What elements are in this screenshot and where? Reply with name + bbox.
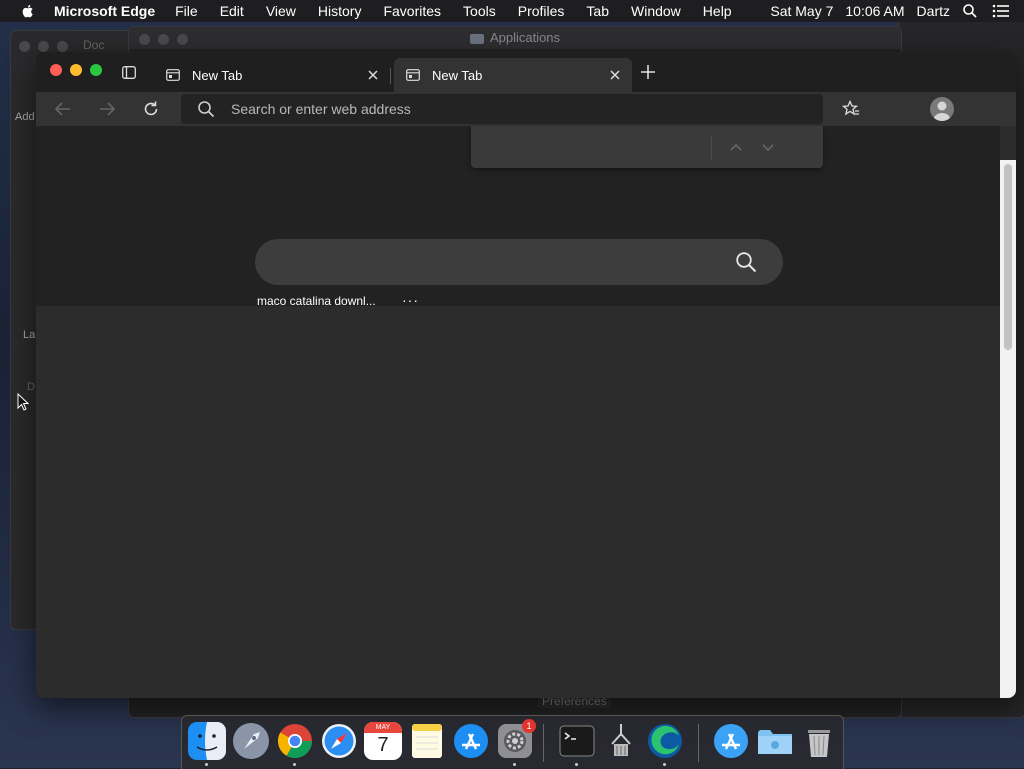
search-icon[interactable] [735, 251, 757, 273]
running-indicator [205, 763, 208, 766]
window-controls [139, 32, 196, 50]
web-search-box[interactable] [255, 239, 783, 285]
app-store-downloads-icon[interactable] [712, 722, 750, 760]
folder-icon [469, 33, 484, 44]
page-scrollbar[interactable] [1000, 160, 1016, 698]
tab-new-tab-2-active[interactable]: New Tab [394, 58, 632, 92]
forward-arrow-icon[interactable] [98, 100, 116, 118]
menu-bar: Microsoft Edge File Edit View History Fa… [0, 0, 1024, 22]
window-title: Applications [489, 30, 561, 45]
quick-link-more-button[interactable]: ··· [402, 292, 419, 308]
tab-new-tab-1[interactable]: New Tab [154, 58, 390, 92]
menu-user[interactable]: Dartz [917, 3, 950, 19]
new-tab-page-icon [166, 69, 180, 81]
cleaner-icon[interactable] [602, 722, 640, 760]
tab-label: New Tab [432, 67, 483, 83]
person-icon [934, 101, 950, 121]
running-indicator [575, 763, 578, 766]
menu-window[interactable]: Window [631, 3, 681, 19]
menu-tools[interactable]: Tools [463, 3, 496, 19]
new-tab-plus-icon[interactable] [641, 65, 655, 79]
running-indicator [663, 763, 666, 766]
browser-toolbar [36, 92, 1016, 126]
spotlight-search-icon[interactable] [962, 3, 978, 19]
tab-label: New Tab [192, 67, 243, 83]
notification-badge: 1 [522, 719, 536, 733]
dock-divider [543, 724, 544, 762]
chrome-icon[interactable] [276, 722, 314, 760]
edge-icon[interactable] [646, 722, 684, 760]
menu-profiles[interactable]: Profiles [518, 3, 565, 19]
menu-view[interactable]: View [266, 3, 296, 19]
close-tab-icon[interactable] [366, 68, 380, 82]
dock-divider [698, 724, 699, 762]
profile-avatar[interactable] [930, 97, 954, 121]
app-store-icon[interactable] [452, 722, 490, 760]
running-indicator [513, 763, 516, 766]
menu-time[interactable]: 10:06 AM [845, 3, 904, 19]
web-search-input[interactable] [275, 251, 719, 275]
favorites-star-icon[interactable] [842, 100, 860, 118]
window-title: Doc [83, 38, 105, 52]
menu-app-name[interactable]: Microsoft Edge [54, 3, 155, 19]
calendar-month: MAY [364, 722, 402, 733]
tab-strip: New Tab New Tab [36, 52, 1016, 92]
sidebar-fragment: Add [15, 111, 35, 123]
zoom-window-button[interactable] [90, 64, 102, 76]
running-indicator [293, 763, 296, 766]
menu-history[interactable]: History [318, 3, 362, 19]
reload-icon[interactable] [142, 100, 160, 118]
calendar-icon[interactable]: MAY 7 [364, 722, 402, 760]
notification-center-icon[interactable] [992, 4, 1010, 18]
mouse-cursor-icon [17, 393, 29, 411]
menu-edit[interactable]: Edit [220, 3, 244, 19]
menu-tab[interactable]: Tab [586, 3, 609, 19]
sidebar-fragment: La [23, 329, 36, 341]
scrollbar-thumb[interactable] [1004, 164, 1012, 350]
terminal-icon[interactable] [558, 722, 596, 760]
notes-icon[interactable] [408, 722, 446, 760]
menu-bar-status: Sat May 7 10:06 AM Dartz [770, 0, 1024, 22]
new-tab-page-icon [406, 69, 420, 81]
back-arrow-icon[interactable] [54, 100, 72, 118]
menu-date[interactable]: Sat May 7 [770, 3, 833, 19]
apple-menu-icon[interactable] [20, 3, 36, 19]
close-tab-icon[interactable] [608, 68, 622, 82]
calendar-day: 7 [377, 734, 389, 756]
dock: MAY 7 1 [181, 715, 844, 769]
folder-icon[interactable] [756, 722, 794, 760]
launchpad-icon[interactable] [232, 722, 270, 760]
address-input[interactable] [229, 100, 793, 118]
tab-actions-menu-icon[interactable] [122, 66, 136, 79]
safari-icon[interactable] [320, 722, 358, 760]
window-titlebar: Applications [129, 27, 901, 49]
tab-divider [390, 68, 391, 84]
close-window-button[interactable] [50, 64, 62, 76]
chevron-down-icon[interactable] [761, 140, 775, 154]
find-bar-divider [711, 136, 712, 160]
address-bar[interactable] [181, 94, 823, 124]
finder-icon[interactable] [188, 722, 226, 760]
search-icon [198, 101, 215, 118]
new-tab-page: maco catalina downl... ··· [36, 126, 1016, 698]
new-tab-header-area: maco catalina downl... ··· [36, 126, 1000, 308]
menu-file[interactable]: File [175, 3, 198, 19]
menu-help[interactable]: Help [703, 3, 732, 19]
quick-link-search-history[interactable]: maco catalina downl... [257, 294, 376, 308]
find-bar-dropdown[interactable] [471, 126, 823, 168]
edge-browser-window: New Tab New Tab Search or enter web addr… [36, 52, 1016, 698]
chevron-up-icon[interactable] [729, 140, 743, 154]
sidebar-fragment: D [27, 381, 35, 393]
trash-icon[interactable] [800, 722, 838, 760]
menu-favorites[interactable]: Favorites [383, 3, 441, 19]
minimize-window-button[interactable] [70, 64, 82, 76]
